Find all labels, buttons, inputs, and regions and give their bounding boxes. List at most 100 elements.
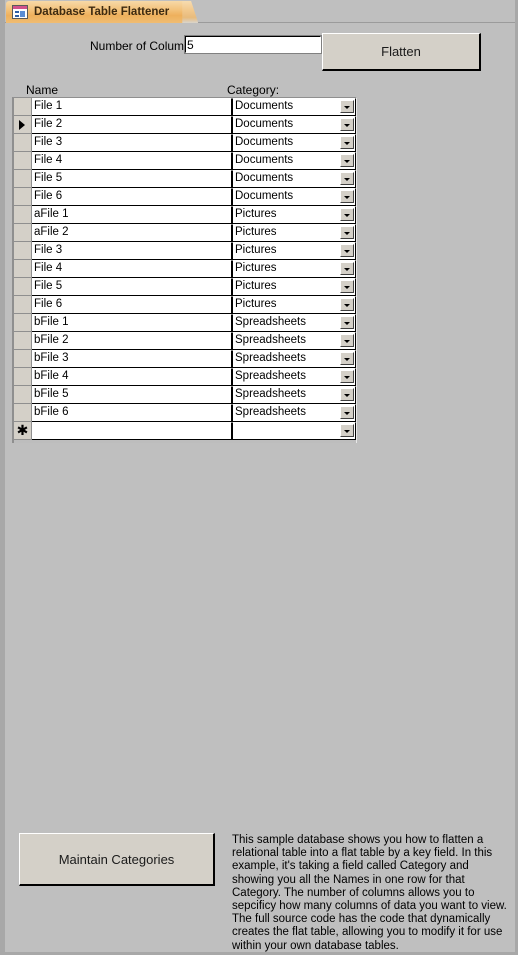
row-selector[interactable] [14,116,32,134]
chevron-down-icon[interactable] [340,244,354,257]
table-row[interactable]: bFile 5 Spreadsheets [14,386,356,404]
chevron-down-icon[interactable] [340,226,354,239]
chevron-down-icon[interactable] [340,262,354,275]
cell-name[interactable]: aFile 1 [32,206,232,224]
chevron-down-icon[interactable] [340,280,354,293]
chevron-down-icon[interactable] [340,154,354,167]
cell-category[interactable]: Spreadsheets [232,368,356,386]
chevron-down-icon[interactable] [340,190,354,203]
table-row[interactable]: File 5 Pictures [14,278,356,296]
cell-category[interactable]: Spreadsheets [232,386,356,404]
cell-category[interactable]: Pictures [232,260,356,278]
table-row[interactable]: bFile 3 Spreadsheets [14,350,356,368]
table-row[interactable]: bFile 4 Spreadsheets [14,368,356,386]
row-selector[interactable] [14,98,32,116]
table-row[interactable]: File 4 Documents [14,152,356,170]
cell-category[interactable]: Pictures [232,278,356,296]
cell-name[interactable]: File 6 [32,296,232,314]
chevron-down-icon[interactable] [340,316,354,329]
table-row[interactable]: aFile 2 Pictures [14,224,356,242]
table-row[interactable]: bFile 1 Spreadsheets [14,314,356,332]
cell-name[interactable]: bFile 4 [32,368,232,386]
cell-name[interactable]: File 6 [32,188,232,206]
cell-category[interactable]: Documents [232,188,356,206]
cell-name[interactable]: bFile 1 [32,314,232,332]
table-row[interactable]: bFile 6 Spreadsheets [14,404,356,422]
chevron-down-icon[interactable] [340,424,354,437]
table-row[interactable]: File 1 Documents [14,98,356,116]
cell-category[interactable] [232,422,356,440]
cell-category[interactable]: Spreadsheets [232,404,356,422]
cell-name[interactable]: bFile 5 [32,386,232,404]
cell-category[interactable]: Documents [232,170,356,188]
chevron-down-icon[interactable] [340,370,354,383]
cell-name[interactable]: bFile 2 [32,332,232,350]
table-row[interactable]: File 2 Documents [14,116,356,134]
chevron-down-icon[interactable] [340,334,354,347]
chevron-down-icon[interactable] [340,298,354,311]
row-selector[interactable] [14,386,32,404]
table-row[interactable]: File 6 Documents [14,188,356,206]
table-row[interactable]: File 4 Pictures [14,260,356,278]
row-selector[interactable] [14,134,32,152]
cell-name[interactable]: File 1 [32,98,232,116]
row-selector[interactable] [14,152,32,170]
cell-name[interactable]: bFile 6 [32,404,232,422]
cell-name[interactable] [32,422,232,440]
cell-name[interactable]: File 4 [32,152,232,170]
table-row[interactable]: aFile 1 Pictures [14,206,356,224]
row-selector[interactable] [14,260,32,278]
cell-category[interactable]: Spreadsheets [232,332,356,350]
tab-database-table-flattener[interactable]: Database Table Flattener [6,1,188,23]
new-record-selector[interactable]: ✱ [14,422,32,440]
row-selector[interactable] [14,188,32,206]
cell-name[interactable]: File 5 [32,170,232,188]
row-selector[interactable] [14,224,32,242]
table-row[interactable]: File 5 Documents [14,170,356,188]
cell-category[interactable]: Pictures [232,242,356,260]
chevron-down-icon[interactable] [340,118,354,131]
chevron-down-icon[interactable] [340,136,354,149]
maintain-categories-button[interactable]: Maintain Categories [19,833,215,886]
table-row[interactable]: bFile 2 Spreadsheets [14,332,356,350]
chevron-down-icon[interactable] [340,208,354,221]
cell-category[interactable]: Spreadsheets [232,350,356,368]
cell-name[interactable]: aFile 2 [32,224,232,242]
table-row[interactable]: ✱ [14,422,356,440]
cell-category[interactable]: Pictures [232,296,356,314]
cell-name[interactable]: File 4 [32,260,232,278]
table-row[interactable]: File 6 Pictures [14,296,356,314]
row-selector[interactable] [14,296,32,314]
row-selector[interactable] [14,206,32,224]
chevron-down-icon[interactable] [340,388,354,401]
table-row[interactable]: File 3 Pictures [14,242,356,260]
chevron-down-icon[interactable] [340,406,354,419]
row-selector[interactable] [14,350,32,368]
number-of-columns-input[interactable] [184,35,322,54]
chevron-down-icon[interactable] [340,100,354,113]
cell-category[interactable]: Pictures [232,206,356,224]
row-selector[interactable] [14,368,32,386]
cell-category[interactable]: Spreadsheets [232,314,356,332]
cell-category[interactable]: Documents [232,116,356,134]
cell-name[interactable]: bFile 3 [32,350,232,368]
cell-name[interactable]: File 2 [32,116,232,134]
row-selector[interactable] [14,332,32,350]
cell-category[interactable]: Pictures [232,224,356,242]
row-selector[interactable] [14,242,32,260]
cell-category[interactable]: Documents [232,134,356,152]
flatten-button[interactable]: Flatten [322,33,481,71]
cell-category[interactable]: Documents [232,152,356,170]
cell-category[interactable]: Documents [232,98,356,116]
row-selector[interactable] [14,278,32,296]
row-selector[interactable] [14,404,32,422]
table-row[interactable]: File 3 Documents [14,134,356,152]
cell-name[interactable]: File 5 [32,278,232,296]
cell-name[interactable]: File 3 [32,242,232,260]
new-record-icon: ✱ [16,422,29,438]
chevron-down-icon[interactable] [340,172,354,185]
row-selector[interactable] [14,170,32,188]
row-selector[interactable] [14,314,32,332]
cell-name[interactable]: File 3 [32,134,232,152]
chevron-down-icon[interactable] [340,352,354,365]
